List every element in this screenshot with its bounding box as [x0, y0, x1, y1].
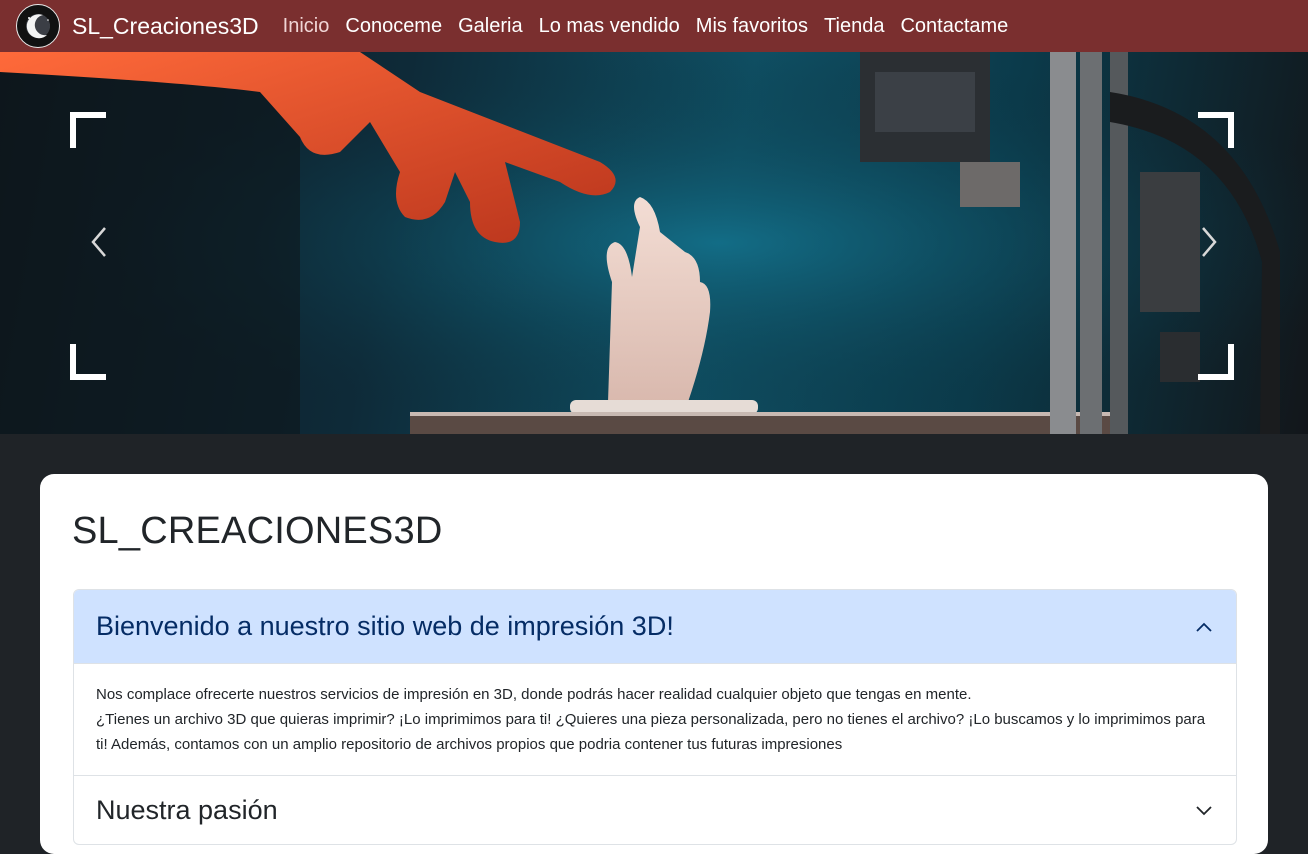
accordion-body-bienvenido: Nos complace ofrecerte nuestros servicio…: [74, 664, 1236, 776]
top-navbar: SL_Creaciones3D Inicio Conoceme Galeria …: [0, 0, 1308, 52]
nav-link-lo-mas-vendido[interactable]: Lo mas vendido: [539, 15, 680, 38]
chevron-left-icon: [91, 227, 106, 257]
frame-corner-top-left: [70, 112, 106, 148]
accordion: Bienvenido a nuestro sitio web de impres…: [73, 589, 1237, 845]
frame-corner-bottom-right: [1198, 344, 1234, 380]
chevron-up-icon: [1196, 622, 1212, 632]
content-card: SL_CREACIONES3D Bienvenido a nuestro sit…: [40, 474, 1268, 854]
nav-link-tienda[interactable]: Tienda: [824, 15, 884, 38]
brand-name[interactable]: SL_Creaciones3D: [72, 13, 259, 40]
chevron-down-icon: [1196, 806, 1212, 816]
brand-logo-icon[interactable]: [16, 4, 60, 48]
accordion-title: Nuestra pasión: [96, 794, 278, 825]
nav-link-mis-favoritos[interactable]: Mis favoritos: [696, 15, 808, 38]
carousel-prev-button[interactable]: [84, 222, 114, 262]
chevron-right-icon: [1202, 227, 1217, 257]
accordion-body-text: ¿Tienes un archivo 3D que quieras imprim…: [96, 711, 1206, 753]
nav-link-inicio[interactable]: Inicio: [283, 15, 330, 38]
accordion-title: Bienvenido a nuestro sitio web de impres…: [96, 611, 674, 641]
hero-slide-image: [0, 52, 1308, 434]
hero-carousel: [0, 52, 1308, 434]
frame-corner-bottom-left: [70, 344, 106, 380]
nav-link-contactame[interactable]: Contactame: [900, 15, 1008, 38]
carousel-next-button[interactable]: [1194, 222, 1224, 262]
nav-link-conoceme[interactable]: Conoceme: [345, 15, 442, 38]
accordion-header-bienvenido[interactable]: Bienvenido a nuestro sitio web de impres…: [74, 590, 1236, 664]
accordion-header-nuestra-pasion[interactable]: Nuestra pasión: [74, 776, 1236, 844]
frame-corner-top-right: [1198, 112, 1234, 148]
page-title: SL_CREACIONES3D: [72, 510, 443, 552]
nav-link-galeria[interactable]: Galeria: [458, 15, 522, 38]
nav-links: Inicio Conoceme Galeria Lo mas vendido M…: [283, 15, 1025, 38]
accordion-body-text: Nos complace ofrecerte nuestros servicio…: [96, 686, 972, 703]
